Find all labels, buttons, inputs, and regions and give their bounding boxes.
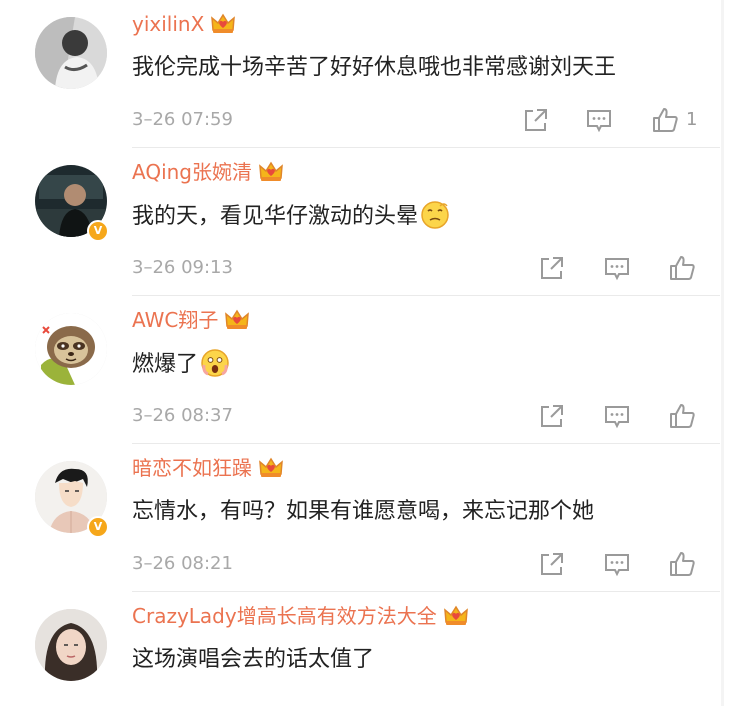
username[interactable]: CrazyLady增高长高有效方法大全	[132, 602, 469, 630]
like-count: 1	[686, 109, 698, 130]
comment-item: AWC翔子 燃爆了 3–26 08:37	[0, 296, 750, 444]
comment-item: yixilinX 我伦完成十场辛苦了好好休息哦也非常感谢刘天王 3–26 07:…	[0, 0, 750, 148]
comment-icon[interactable]	[585, 106, 613, 134]
verified-badge-icon: V	[87, 516, 109, 538]
thumbs-up-icon[interactable]	[651, 106, 679, 134]
timestamp: 3–26 07:59	[132, 109, 233, 130]
share-icon[interactable]	[538, 402, 566, 430]
comment-item: V 暗恋不如狂躁 忘情水，有吗？如果有谁愿意喝，来忘记那个她 3–26 08:2…	[0, 444, 750, 592]
avatar[interactable]	[35, 313, 107, 385]
screaming-face-emoji-icon	[201, 349, 229, 377]
avatar[interactable]	[35, 17, 107, 89]
comment-icon[interactable]	[603, 402, 631, 430]
comment-icon[interactable]	[603, 550, 631, 578]
timestamp: 3–26 08:37	[132, 405, 233, 426]
comment-text: 忘情水，有吗？如果有谁愿意喝，来忘记那个她	[132, 499, 595, 524]
comment-item: CrazyLady增高长高有效方法大全 这场演唱会去的话太值了	[0, 592, 750, 706]
verified-badge-icon: V	[87, 220, 109, 242]
timestamp: 3–26 09:13	[132, 257, 233, 278]
comment-text: 我伦完成十场辛苦了好好休息哦也非常感谢刘天王	[132, 55, 617, 80]
comment-icon[interactable]	[603, 254, 631, 282]
avatar[interactable]	[35, 609, 107, 681]
username[interactable]: yixilinX	[132, 10, 236, 38]
crown-badge-icon	[225, 309, 250, 329]
thumbs-up-icon[interactable]	[668, 254, 696, 282]
thumbs-up-icon[interactable]	[668, 402, 696, 430]
comment-text: 这场演唱会去的话太值了	[132, 647, 375, 672]
crown-badge-icon	[211, 13, 236, 33]
dizzy-face-emoji-icon	[421, 201, 449, 229]
scrollbar[interactable]	[721, 0, 724, 706]
crown-badge-icon	[443, 605, 468, 625]
comment-item: V AQing张婉清 我的天，看见华仔激动的头晕 3–26 09:13	[0, 148, 750, 296]
thumbs-up-icon[interactable]	[668, 550, 696, 578]
comment-text: 燃爆了	[132, 348, 230, 381]
username[interactable]: AWC翔子	[132, 306, 250, 334]
comment-text: 我的天，看见华仔激动的头晕	[132, 200, 450, 233]
crown-badge-icon	[259, 161, 283, 181]
crown-badge-icon	[259, 457, 283, 477]
comment-list: yixilinX 我伦完成十场辛苦了好好休息哦也非常感谢刘天王 3–26 07:…	[0, 0, 750, 706]
timestamp: 3–26 08:21	[132, 553, 233, 574]
username[interactable]: 暗恋不如狂躁	[132, 454, 284, 482]
share-icon[interactable]	[538, 550, 566, 578]
share-icon[interactable]	[538, 254, 566, 282]
share-icon[interactable]	[522, 106, 550, 134]
username[interactable]: AQing张婉清	[132, 158, 284, 186]
